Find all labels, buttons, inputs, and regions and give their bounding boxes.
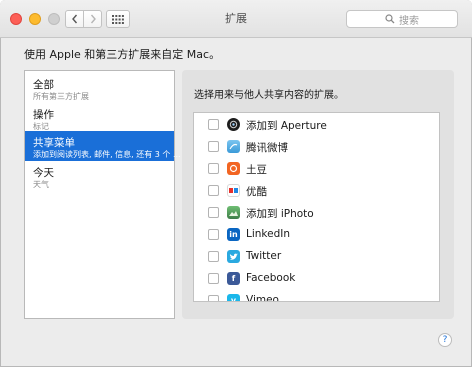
minimize-window-button[interactable]	[29, 13, 41, 25]
list-item-label: 优酷	[246, 186, 267, 198]
tudou-icon	[227, 162, 240, 175]
tencent-weibo-icon	[227, 140, 240, 153]
sidebar-item-share-menu[interactable]: 共享菜单 添加到阅读列表, 邮件, 信息, 还有 3 个 ...	[25, 131, 181, 161]
list-item-label: 添加到 Aperture	[246, 120, 327, 132]
sidebar-item-today[interactable]: 今天 天气	[25, 161, 174, 191]
list-item-label: Facebook	[246, 272, 296, 284]
linkedin-checkbox[interactable]	[208, 229, 219, 240]
sidebar-item-subtitle: 天气	[33, 180, 49, 189]
list-item: Twitter	[194, 246, 439, 268]
twitter-checkbox[interactable]	[208, 251, 219, 262]
sidebar-item-title: 今天	[33, 167, 54, 179]
search-icon	[385, 14, 395, 24]
linkedin-icon: in	[227, 228, 240, 241]
sidebar-item-all[interactable]: 全部 所有第三方扩展	[25, 73, 174, 103]
list-item: v Vimeo	[194, 290, 439, 302]
list-item: 添加到 iPhoto	[194, 202, 439, 224]
aperture-checkbox[interactable]	[208, 119, 219, 130]
search-field[interactable]: 搜索	[346, 10, 458, 28]
sidebar-item-title: 全部	[33, 79, 54, 91]
grid-icon	[112, 14, 124, 24]
panel-heading: 选择用来与他人共享内容的扩展。	[194, 90, 344, 101]
list-item: 腾讯微博	[194, 136, 439, 158]
list-item-label: 添加到 iPhoto	[246, 208, 314, 220]
vimeo-icon: v	[227, 294, 240, 301]
extension-category-sidebar: 全部 所有第三方扩展 操作 标记 共享菜单 添加到阅读列表, 邮件, 信息, 还…	[24, 70, 181, 319]
help-button[interactable]: ?	[438, 333, 452, 347]
sidebar-item-title: 操作	[33, 109, 54, 121]
zoom-window-button[interactable]	[48, 13, 60, 25]
sidebar-item-subtitle: 添加到阅读列表, 邮件, 信息, 还有 3 个 ...	[33, 150, 181, 159]
list-item-label: Twitter	[246, 250, 282, 262]
back-button[interactable]	[65, 10, 84, 28]
forward-button[interactable]	[83, 10, 102, 28]
vimeo-checkbox[interactable]	[208, 295, 219, 301]
close-window-button[interactable]	[10, 13, 22, 25]
list-item-label: 土豆	[246, 164, 267, 176]
chevron-left-icon	[71, 14, 77, 24]
list-item-label: Vimeo	[246, 294, 279, 302]
list-item: in LinkedIn	[194, 224, 439, 246]
search-placeholder: 搜索	[399, 15, 419, 27]
twitter-icon	[227, 250, 240, 263]
facebook-checkbox[interactable]	[208, 273, 219, 284]
share-extension-list[interactable]: 添加到 Aperture 腾讯微博 土豆 优酷 添加到 iPhoto in Li…	[193, 112, 440, 302]
title-bar: 扩展 搜索	[0, 0, 472, 38]
list-item-label: 腾讯微博	[246, 142, 288, 154]
preferences-window: 扩展 搜索 使用 Apple 和第三方扩展来自定 Mac。 全部 所有第三方扩展…	[0, 0, 472, 367]
description-text: 使用 Apple 和第三方扩展来自定 Mac。	[24, 48, 221, 61]
list-item: f Facebook	[194, 268, 439, 290]
tudou-checkbox[interactable]	[208, 163, 219, 174]
list-item: 土豆	[194, 158, 439, 180]
sidebar-item-title: 共享菜单	[33, 137, 75, 149]
list-item-label: LinkedIn	[246, 228, 291, 240]
chevron-right-icon	[90, 14, 96, 24]
aperture-icon	[227, 118, 240, 131]
facebook-icon: f	[227, 272, 240, 285]
list-item: 优酷	[194, 180, 439, 202]
youku-icon	[227, 184, 240, 197]
iphoto-icon	[227, 206, 240, 219]
sidebar-item-subtitle: 所有第三方扩展	[33, 92, 89, 101]
iphoto-checkbox[interactable]	[208, 207, 219, 218]
list-item: 添加到 Aperture	[194, 114, 439, 136]
tencent-weibo-checkbox[interactable]	[208, 141, 219, 152]
share-menu-panel: 选择用来与他人共享内容的扩展。 添加到 Aperture 腾讯微博 土豆 优酷 …	[182, 70, 454, 319]
youku-checkbox[interactable]	[208, 185, 219, 196]
sidebar-item-actions[interactable]: 操作 标记	[25, 103, 174, 133]
show-all-button[interactable]	[106, 10, 130, 28]
